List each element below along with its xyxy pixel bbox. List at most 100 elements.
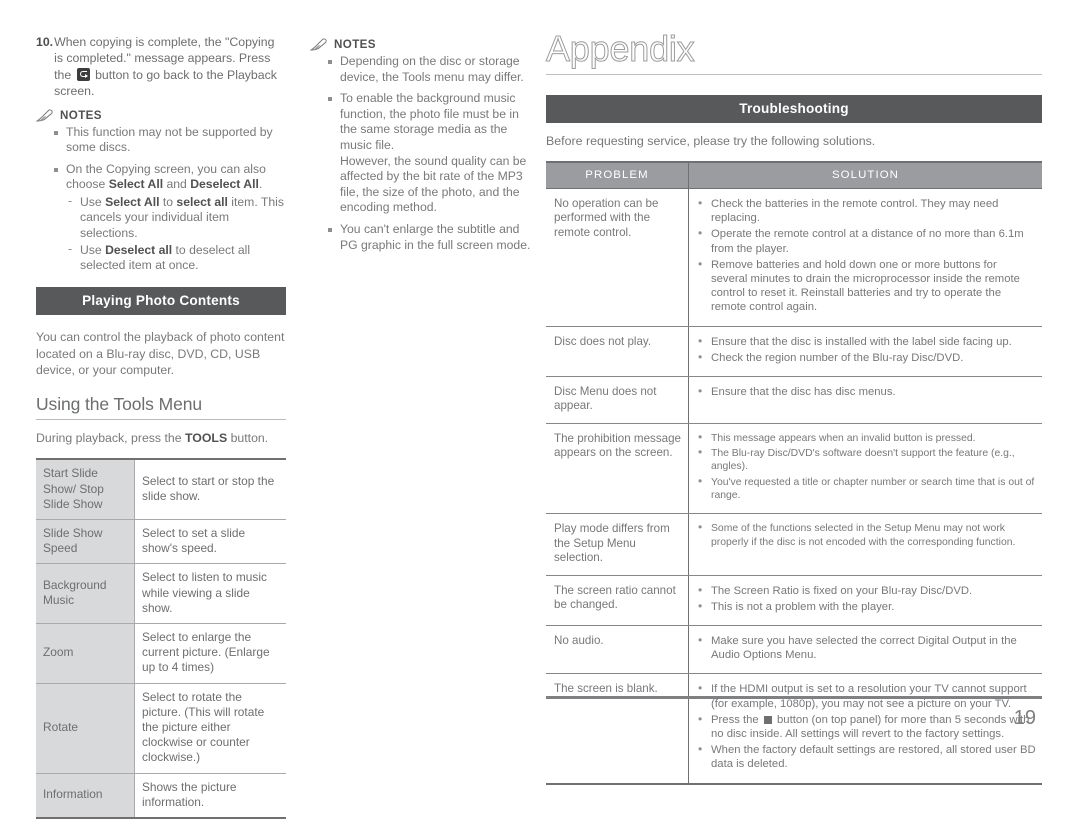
- solution-list: Some of the functions selected in the Se…: [697, 521, 1036, 549]
- note-sub-list: Use Select All to select all item. This …: [66, 194, 286, 274]
- solution-list: This message appears when an invalid but…: [697, 431, 1036, 503]
- tool-description: Select to set a slide show's speed.: [134, 519, 286, 565]
- problem-cell: No operation can be performed with the r…: [546, 188, 689, 327]
- table-row: Slide Show Speed Select to set a slide s…: [36, 519, 286, 565]
- problem-cell: The prohibition message appears on the s…: [546, 423, 689, 515]
- table-row: Rotate Select to rotate the picture. (Th…: [36, 683, 286, 774]
- section-bar-playing-photo-contents: Playing Photo Contents: [36, 287, 286, 316]
- solution-list: The Screen Ratio is fixed on your Blu-ra…: [697, 583, 1036, 614]
- problem-cell: The screen ratio cannot be changed.: [546, 575, 689, 626]
- page-title: Appendix: [546, 28, 696, 69]
- tools-intro: During playback, press the TOOLS button.: [36, 431, 269, 446]
- solution-cell: Make sure you have selected the correct …: [688, 625, 1042, 675]
- solution-item: Some of the functions selected in the Se…: [697, 521, 1036, 549]
- note-text: This function may not be supported by so…: [66, 124, 273, 155]
- solution-item: Ensure that the disc has disc menus.: [697, 384, 1036, 399]
- solution-item: Operate the remote control at a distance…: [697, 226, 1036, 255]
- document-page: 10. When copying is complete, the "Copyi…: [0, 0, 1080, 819]
- solution-item: Make sure you have selected the correct …: [697, 633, 1036, 662]
- solution-cell: Some of the functions selected in the Se…: [688, 513, 1042, 576]
- note-item: To enable the background music function,…: [328, 91, 538, 216]
- solution-list: Check the batteries in the remote contro…: [697, 196, 1036, 315]
- solution-list: Make sure you have selected the correct …: [697, 633, 1036, 662]
- note-text: You can't enlarge the subtitle and PG gr…: [340, 221, 531, 252]
- note-item: On the Copying screen, you can also choo…: [54, 162, 286, 274]
- solution-item: Remove batteries and hold down one or mo…: [697, 257, 1036, 315]
- note-text: Depending on the disc or storage device,…: [340, 54, 524, 84]
- problem-cell: Disc Menu does not appear.: [546, 376, 689, 424]
- table-row: Play mode differs from the Setup Menu se…: [546, 513, 1042, 576]
- appendix-title-wrap: Appendix: [546, 28, 1042, 75]
- table-row: Information Shows the picture informatio…: [36, 773, 286, 819]
- table-row: No audio. Make sure you have selected th…: [546, 625, 1042, 675]
- column-header-problem: PROBLEM: [546, 161, 689, 189]
- tool-label: Information: [36, 773, 135, 819]
- solution-cell: The Screen Ratio is fixed on your Blu-ra…: [688, 575, 1042, 626]
- pencil-icon: [310, 38, 327, 51]
- troubleshooting-intro: Before requesting service, please try th…: [546, 134, 876, 148]
- solution-item: This message appears when an invalid but…: [697, 431, 1036, 445]
- middle-column: NOTES Depending on the disc or storage d…: [310, 38, 538, 259]
- problem-cell: Play mode differs from the Setup Menu se…: [546, 513, 689, 576]
- table-row: Disc does not play. Ensure that the disc…: [546, 326, 1042, 378]
- notes-list: This function may not be supported by so…: [36, 125, 286, 274]
- tool-label: Start Slide Show/ Stop Slide Show: [36, 458, 135, 520]
- table-row: Disc Menu does not appear. Ensure that t…: [546, 376, 1042, 424]
- footer-rule: [546, 696, 1042, 699]
- note-item: This function may not be supported by so…: [54, 125, 286, 156]
- solution-item: This is not a problem with the player.: [697, 599, 1036, 614]
- tool-description: Shows the picture information.: [134, 773, 286, 819]
- solution-cell: Ensure that the disc is installed with t…: [688, 326, 1042, 378]
- note-sub-item: Use Deselect all to deselect all selecte…: [66, 242, 286, 274]
- pencil-icon: [36, 109, 53, 122]
- solution-cell: Ensure that the disc has disc menus.: [688, 376, 1042, 424]
- notes-label: NOTES: [334, 38, 376, 51]
- problem-cell: Disc does not play.: [546, 326, 689, 378]
- column-header-solution: SOLUTION: [688, 161, 1042, 189]
- solution-cell: This message appears when an invalid but…: [688, 423, 1042, 515]
- section-bar-troubleshooting: Troubleshooting: [546, 95, 1042, 123]
- left-column: 10. When copying is complete, the "Copyi…: [36, 34, 286, 819]
- step-number: 10.: [36, 35, 54, 49]
- tool-label: Zoom: [36, 623, 135, 684]
- solution-item: Check the region number of the Blu-ray D…: [697, 350, 1036, 365]
- notes-label: NOTES: [60, 108, 102, 122]
- solution-list: Ensure that the disc has disc menus.: [697, 384, 1036, 399]
- solution-item: You've requested a title or chapter numb…: [697, 475, 1036, 503]
- notes-header: NOTES: [310, 38, 538, 51]
- tool-description: Select to rotate the picture. (This will…: [134, 683, 286, 774]
- table-header-row: PROBLEM SOLUTION: [546, 161, 1042, 189]
- troubleshooting-table: PROBLEM SOLUTION No operation can be per…: [546, 161, 1042, 785]
- solution-list: Ensure that the disc is installed with t…: [697, 334, 1036, 365]
- solution-item: Check the batteries in the remote contro…: [697, 196, 1036, 225]
- table-row: The screen ratio cannot be changed. The …: [546, 575, 1042, 626]
- note-item: You can't enlarge the subtitle and PG gr…: [328, 222, 538, 253]
- return-button-icon: [76, 67, 90, 81]
- table-row: Background Music Select to listen to mus…: [36, 563, 286, 624]
- note-text: To enable the background music function,…: [340, 91, 527, 215]
- solution-item: Ensure that the disc is installed with t…: [697, 334, 1036, 349]
- tool-label: Slide Show Speed: [36, 519, 135, 565]
- page-footer: 19: [546, 696, 1042, 730]
- step-text: When copying is complete, the "Copying i…: [54, 34, 286, 100]
- problem-cell: No audio.: [546, 625, 689, 675]
- table-row: Zoom Select to enlarge the current pictu…: [36, 623, 286, 684]
- tool-description: Select to listen to music while viewing …: [134, 563, 286, 624]
- tool-description: Select to start or stop the slide show.: [134, 458, 286, 520]
- numbered-step: 10. When copying is complete, the "Copyi…: [36, 34, 286, 100]
- tool-label: Rotate: [36, 683, 135, 774]
- note-text: On the Copying screen, you can also choo…: [66, 161, 266, 192]
- tool-label: Background Music: [36, 563, 135, 624]
- note-item: Depending on the disc or storage device,…: [328, 54, 538, 85]
- page-number: 19: [1013, 707, 1036, 729]
- solution-item: The Blu-ray Disc/DVD's software doesn't …: [697, 446, 1036, 474]
- table-row: Start Slide Show/ Stop Slide Show Select…: [36, 458, 286, 520]
- sub-heading-using-tools-menu: Using the Tools Menu: [36, 394, 286, 421]
- notes-header: NOTES: [36, 109, 286, 122]
- table-row: No operation can be performed with the r…: [546, 188, 1042, 327]
- solution-cell: Check the batteries in the remote contro…: [688, 188, 1042, 327]
- solution-item: The Screen Ratio is fixed on your Blu-ra…: [697, 583, 1036, 598]
- table-row: The prohibition message appears on the s…: [546, 423, 1042, 515]
- solution-item: When the factory default settings are re…: [697, 742, 1036, 771]
- note-sub-item: Use Select All to select all item. This …: [66, 194, 286, 241]
